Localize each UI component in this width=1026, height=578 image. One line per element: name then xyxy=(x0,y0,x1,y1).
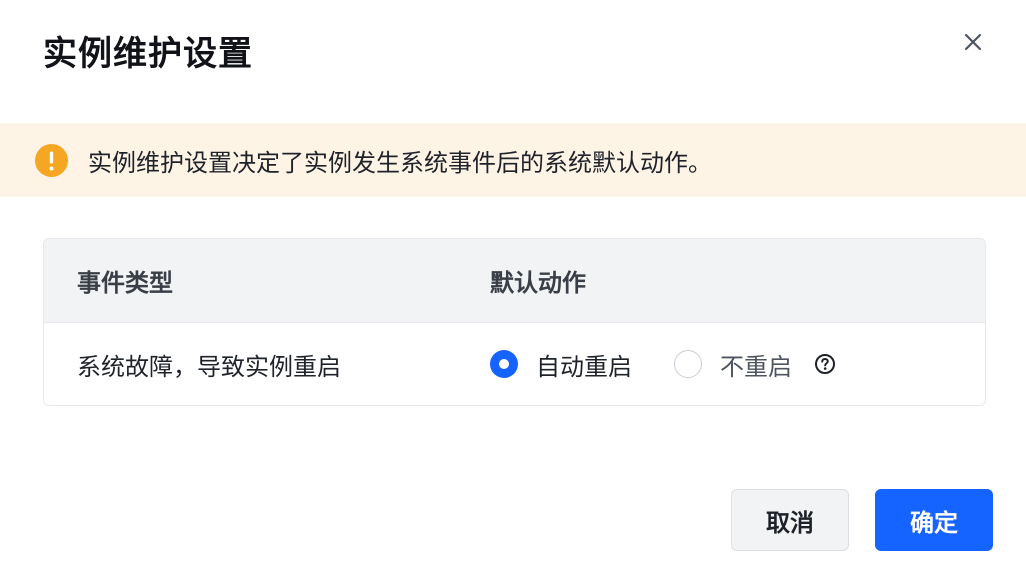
maintenance-table: 事件类型 默认动作 系统故障，导致实例重启 自动重启 不重启 xyxy=(43,238,986,406)
radio-unchecked-indicator[interactable] xyxy=(674,350,702,378)
warning-icon xyxy=(35,143,68,177)
radio-no-restart[interactable]: 不重启 xyxy=(674,347,792,382)
close-icon xyxy=(964,33,982,51)
radio-auto-restart[interactable]: 自动重启 xyxy=(490,347,632,382)
maintenance-settings-dialog: 实例维护设置 实例维护设置决定了实例发生系统事件后的系统默认动作。 事件类型 默… xyxy=(0,0,1026,578)
info-alert: 实例维护设置决定了实例发生系统事件后的系统默认动作。 xyxy=(0,123,1026,197)
confirm-button[interactable]: 确定 xyxy=(875,489,993,551)
event-type-cell: 系统故障，导致实例重启 xyxy=(77,352,341,381)
alert-text: 实例维护设置决定了实例发生系统事件后的系统默认动作。 xyxy=(88,148,712,177)
default-action-radio-group: 自动重启 不重启 xyxy=(490,323,836,405)
header-default-action: 默认动作 xyxy=(490,269,586,297)
radio-checked-indicator[interactable] xyxy=(490,350,518,378)
close-button[interactable] xyxy=(958,27,988,57)
table-header: 事件类型 默认动作 xyxy=(44,239,985,323)
question-circle-icon[interactable] xyxy=(814,353,836,375)
header-event-type: 事件类型 xyxy=(77,269,173,297)
table-row: 系统故障，导致实例重启 自动重启 不重启 xyxy=(44,323,985,405)
cancel-button[interactable]: 取消 xyxy=(731,489,849,551)
radio-label-auto-restart: 自动重启 xyxy=(536,352,632,381)
radio-label-no-restart: 不重启 xyxy=(720,352,792,381)
dialog-title: 实例维护设置 xyxy=(43,34,253,74)
